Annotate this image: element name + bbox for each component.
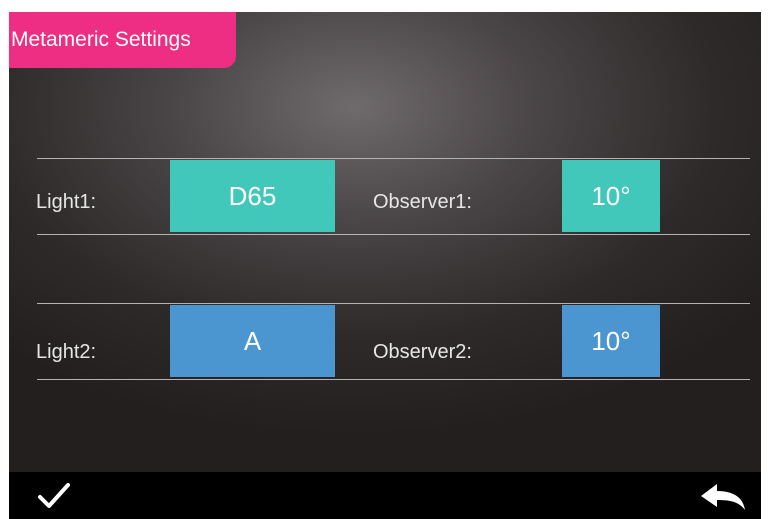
metameric-settings-screen: Metameric Settings Light1: D65 Observer1…: [9, 12, 761, 519]
light2-label: Light2:: [36, 341, 97, 363]
page-title: Metameric Settings: [9, 12, 236, 68]
light2-value-button[interactable]: A: [170, 305, 335, 377]
check-icon: [38, 483, 70, 508]
back-button[interactable]: [699, 480, 749, 514]
row2-top-divider: [37, 303, 750, 304]
bottom-toolbar: [9, 472, 761, 519]
row1-top-divider: [37, 158, 750, 159]
light1-value-button[interactable]: D65: [170, 160, 335, 232]
back-arrow-icon: [701, 484, 745, 510]
light1-label: Light1:: [36, 191, 97, 213]
row1-bottom-divider: [37, 234, 750, 235]
observer2-label: Observer2:: [373, 341, 472, 363]
confirm-button[interactable]: [35, 480, 75, 512]
observer2-value-button[interactable]: 10°: [562, 305, 660, 377]
observer1-value-button[interactable]: 10°: [562, 160, 660, 232]
observer1-label: Observer1:: [373, 191, 472, 213]
row2-bottom-divider: [37, 379, 750, 380]
